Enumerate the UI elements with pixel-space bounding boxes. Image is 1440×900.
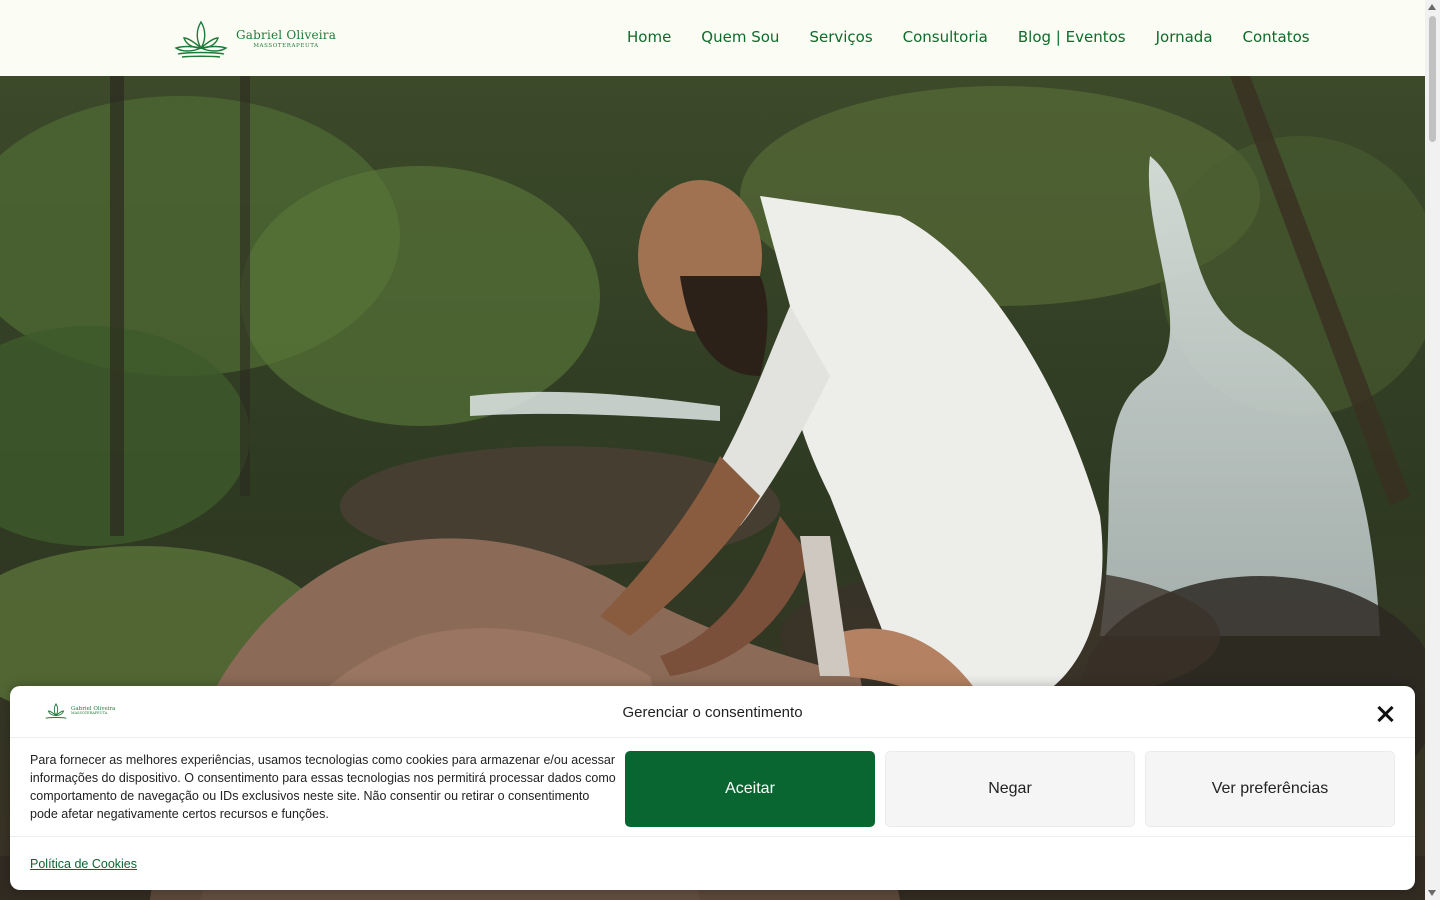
- nav-jornada[interactable]: Jornada: [1156, 28, 1213, 46]
- nav-consultoria[interactable]: Consultoria: [903, 28, 988, 46]
- scroll-up-arrow-icon[interactable]: [1428, 4, 1436, 10]
- nav-home[interactable]: Home: [627, 28, 671, 46]
- site-logo[interactable]: Gabriel Oliveira MASSOTERAPEUTA: [172, 16, 336, 60]
- main-nav: Home Quem Sou Serviços Consultoria Blog …: [627, 28, 1310, 46]
- scroll-thumb[interactable]: [1429, 16, 1436, 142]
- logo-subtitle: MASSOTERAPEUTA: [253, 42, 319, 49]
- accept-button[interactable]: Aceitar: [625, 751, 875, 827]
- lotus-icon: [174, 20, 228, 58]
- site-header: Gabriel Oliveira MASSOTERAPEUTA Home Que…: [0, 0, 1425, 76]
- nav-servicos[interactable]: Serviços: [809, 28, 872, 46]
- scroll-down-arrow-icon[interactable]: [1428, 890, 1436, 896]
- cookie-policy-link[interactable]: Política de Cookies: [30, 857, 137, 871]
- cookie-consent-dialog: Gabriel Oliveira MASSOTERAPEUTA Gerencia…: [10, 686, 1415, 890]
- logo-name: Gabriel Oliveira: [236, 27, 337, 42]
- consent-header: Gabriel Oliveira MASSOTERAPEUTA Gerencia…: [10, 686, 1415, 738]
- nav-blog-eventos[interactable]: Blog | Eventos: [1018, 28, 1126, 46]
- consent-footer: Política de Cookies: [10, 836, 1415, 890]
- nav-contatos[interactable]: Contatos: [1243, 28, 1310, 46]
- view-preferences-button[interactable]: Ver preferências: [1145, 751, 1395, 827]
- consent-message: Para fornecer as melhores experiências, …: [30, 753, 616, 821]
- nav-quem-sou[interactable]: Quem Sou: [701, 28, 779, 46]
- page-scrollbar[interactable]: [1425, 0, 1440, 900]
- consent-title: Gerenciar o consentimento: [622, 704, 803, 721]
- close-icon[interactable]: [1377, 706, 1393, 722]
- deny-button[interactable]: Negar: [885, 751, 1135, 827]
